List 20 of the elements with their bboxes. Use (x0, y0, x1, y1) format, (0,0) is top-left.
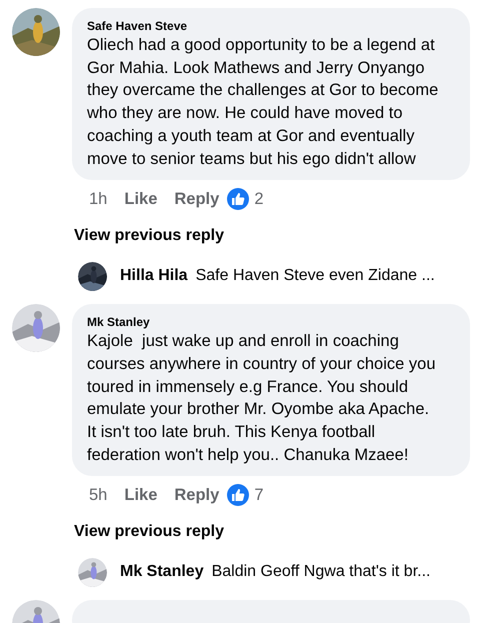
timestamp: 5h (89, 485, 108, 506)
action-link[interactable]: Reply (174, 186, 220, 212)
reply-preview[interactable]: Safe Haven Steve even Zidane ... (196, 264, 435, 288)
view-previous-reply-link[interactable]: View previous reply (74, 520, 224, 544)
view-previous-reply-link[interactable]: View previous reply (74, 224, 224, 248)
reaction-count: 2 (254, 188, 264, 210)
action-link[interactable]: Reply (174, 483, 220, 508)
author-name[interactable]: Mk Stanley (87, 314, 442, 330)
thumbs-up-icon (227, 188, 250, 210)
author-name[interactable]: Safe Haven Steve (87, 18, 442, 34)
action-link[interactable]: Like (124, 186, 158, 212)
reply-author[interactable]: Mk Stanley (120, 560, 204, 584)
comment-text: Oliech had a good opportunity to be a legend at Gor Mahia. Look Mathews and Jerry Onyango they overcame the challenges at Gor to become who they are now. He could have moved to coaching a youth team at Gor and eventually move to senior teams but his ego didn't allow (87, 35, 440, 170)
thumbs-up-icon (227, 484, 250, 506)
reply-preview[interactable]: Baldin Geoff Ngwa that's it br... (212, 560, 430, 584)
reaction-count: 7 (254, 485, 264, 506)
action-link[interactable]: Like (124, 483, 158, 508)
comment-text: Kajole just wake up and enroll in coaching courses anywhere in country of your choice you toured in immensely e.g France. You should emulate your brother Mr. Oyombe aka Apache. It isn't too late bruh. This Kenya football federation won't help you.. Chanuka Mzaee! (87, 331, 437, 466)
reply-author[interactable]: Hilla Hila (120, 264, 188, 288)
timestamp: 1h (89, 188, 108, 210)
